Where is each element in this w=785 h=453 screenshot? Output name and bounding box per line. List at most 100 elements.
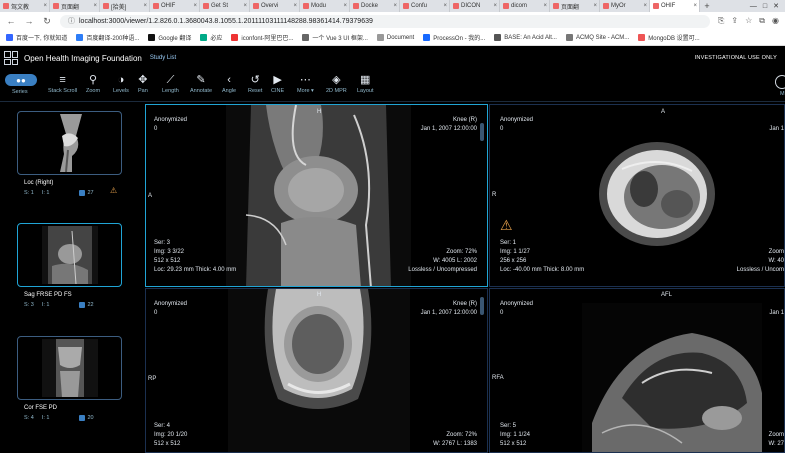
- tab-close-icon[interactable]: ×: [193, 3, 197, 9]
- viewport-scrollbar[interactable]: [480, 123, 484, 141]
- tab-label: 页面翻: [61, 4, 80, 11]
- viewport-2[interactable]: Anonymized 0 Jan 1 A R ⚠ Ser: 1 Img: 1 1…: [489, 104, 785, 287]
- bookmark-item[interactable]: 必应: [200, 33, 222, 42]
- tab-close-icon[interactable]: ×: [93, 3, 97, 9]
- layout-tool-button[interactable]: ▦ Layout: [357, 72, 374, 100]
- back-icon[interactable]: ←: [6, 16, 16, 26]
- tab-close-icon[interactable]: ×: [343, 3, 347, 9]
- bookmark-item[interactable]: Document: [376, 34, 414, 41]
- bookmark-item[interactable]: 百度一下, 你就知道: [6, 33, 67, 42]
- series-thumbnail-active[interactable]: [17, 223, 122, 287]
- study-list-link[interactable]: Study List: [150, 55, 176, 61]
- length-tool-button[interactable]: ⟋ Length: [162, 72, 179, 100]
- browser-tab[interactable]: 页面翻 ×: [50, 0, 100, 12]
- bookmark-item[interactable]: 百度翻译-200种语...: [76, 33, 139, 42]
- bookmark-item[interactable]: iconfont-阿里巴巴...: [231, 33, 293, 42]
- browser-tab[interactable]: MyOr ×: [600, 0, 650, 12]
- study-date: Jan 1: [769, 126, 784, 132]
- measurements-toggle-icon[interactable]: [775, 75, 785, 89]
- patient-id: 0: [500, 310, 504, 316]
- viewport-1[interactable]: Anonymized 0 Knee (R) Jan 1, 2007 12:00:…: [145, 104, 488, 287]
- tab-close-icon[interactable]: ×: [43, 3, 47, 9]
- bookmark-item[interactable]: ACMQ Site - ACM...: [565, 34, 629, 41]
- close-window-icon[interactable]: ✕: [773, 2, 779, 10]
- tab-close-icon[interactable]: ×: [393, 3, 397, 9]
- warning-icon[interactable]: ⚠: [500, 217, 513, 234]
- cine-tool-button[interactable]: ▶ CINE: [271, 72, 284, 100]
- angle-tool-button[interactable]: ‹ Angle: [222, 72, 236, 100]
- tool-label: 2D MPR: [326, 88, 347, 94]
- translate-icon[interactable]: ⎘: [718, 16, 724, 26]
- tab-favicon-icon: [503, 3, 509, 9]
- browser-tab[interactable]: Overvi ×: [250, 0, 300, 12]
- forward-icon[interactable]: →: [24, 16, 34, 26]
- tab-close-icon[interactable]: ×: [443, 3, 447, 9]
- browser-tab[interactable]: [拾美] ×: [100, 0, 150, 12]
- viewport-3[interactable]: Anonymized 0 Knee (R) Jan 1, 2007 12:00:…: [145, 288, 488, 453]
- extensions-icon[interactable]: ⧉: [759, 16, 765, 26]
- bookmark-item[interactable]: ProcessOn - 我的...: [423, 33, 485, 42]
- image-count-value: 22: [87, 302, 94, 308]
- profile-icon[interactable]: ◉: [772, 16, 779, 26]
- tab-close-icon[interactable]: ×: [593, 3, 597, 9]
- study-date: Jan 1: [769, 310, 784, 316]
- instance-number: I: 1: [41, 302, 50, 308]
- bookmark-item[interactable]: BASE: An Acid Alt...: [494, 34, 557, 41]
- instance-number: I: 1: [41, 190, 50, 196]
- patient-id: 0: [500, 126, 504, 132]
- tab-close-icon[interactable]: ×: [493, 3, 497, 9]
- image-info: Img: 20 1/20: [154, 432, 188, 438]
- more-tool-button[interactable]: ⋯ More ▾: [297, 72, 314, 100]
- bookmark-item[interactable]: 一个 Vue 3 UI 框架...: [302, 33, 368, 42]
- maximize-icon[interactable]: □: [763, 3, 767, 10]
- browser-tab[interactable]: Modu ×: [300, 0, 350, 12]
- tab-close-icon[interactable]: ×: [243, 3, 247, 9]
- tool-label: More ▾: [297, 88, 314, 94]
- pan-tool-button[interactable]: ✥ Pan: [138, 72, 148, 100]
- info-icon: ⓘ: [68, 18, 75, 25]
- browser-tab[interactable]: Get St ×: [200, 0, 250, 12]
- minimize-icon[interactable]: —: [750, 3, 757, 10]
- bookmark-label: 一个 Vue 3 UI 框架...: [312, 36, 368, 42]
- thumbnail-title: Loc (Right): [24, 180, 54, 186]
- tab-close-icon[interactable]: ×: [643, 3, 647, 9]
- browser-tab[interactable]: 页面翻 ×: [550, 0, 600, 12]
- browser-tab[interactable]: dicom ×: [500, 0, 550, 12]
- sag-knee-thumbnail-image: [42, 226, 98, 284]
- tab-close-icon[interactable]: ×: [143, 3, 147, 9]
- levels-tool-button[interactable]: ◑ Levels: [113, 72, 129, 100]
- warning-icon[interactable]: ⚠: [110, 186, 117, 195]
- patient-id: 0: [154, 126, 158, 132]
- series-toggle-button[interactable]: ●●: [5, 74, 37, 86]
- tab-close-icon[interactable]: ×: [293, 3, 297, 9]
- tab-favicon-icon: [403, 3, 409, 9]
- series-thumbnail[interactable]: [17, 111, 122, 175]
- mpr-tool-button[interactable]: ◈ 2D MPR: [326, 72, 347, 100]
- browser-tab[interactable]: DICON ×: [450, 0, 500, 12]
- viewport-4[interactable]: Anonymized 0 Jan 1 AFL RFA Ser: 5 Img: 1…: [489, 288, 785, 453]
- new-tab-button[interactable]: +: [700, 0, 714, 12]
- viewport-scrollbar[interactable]: [480, 297, 484, 315]
- browser-tab[interactable]: 驾文教 ×: [0, 0, 50, 12]
- url-field[interactable]: ⓘ localhost:3000/viewer/1.2.826.0.1.3680…: [60, 14, 711, 28]
- series-thumbnail[interactable]: [17, 336, 122, 400]
- reload-icon[interactable]: ↻: [42, 16, 52, 27]
- bookmark-favicon-icon: [376, 34, 384, 41]
- bookmark-star-icon[interactable]: ☆: [745, 16, 752, 26]
- zoom-icon: ⚲: [89, 74, 98, 86]
- browser-tab[interactable]: OHIF ×: [150, 0, 200, 12]
- browser-tab[interactable]: Confu ×: [400, 0, 450, 12]
- browser-tab[interactable]: OHIF ×: [650, 0, 700, 12]
- share-icon[interactable]: ⇪: [731, 16, 738, 26]
- tab-close-icon[interactable]: ×: [543, 3, 547, 9]
- bookmark-label: BASE: An Acid Alt...: [504, 34, 557, 41]
- browser-tab[interactable]: Docke ×: [350, 0, 400, 12]
- zoom-tool-button[interactable]: ⚲ Zoom: [86, 72, 100, 100]
- bookmark-item[interactable]: MongoDB 设置可...: [638, 33, 700, 42]
- bookmark-item[interactable]: Google 翻译: [148, 33, 191, 42]
- annotate-tool-button[interactable]: ✎ Annotate: [190, 72, 212, 100]
- reset-tool-button[interactable]: ↺ Reset: [248, 72, 262, 100]
- app-brand: Open Health Imaging Foundation: [24, 53, 142, 63]
- tab-close-icon[interactable]: ×: [693, 3, 697, 9]
- stack-scroll-tool-button[interactable]: ≡ Stack Scroll: [48, 72, 77, 100]
